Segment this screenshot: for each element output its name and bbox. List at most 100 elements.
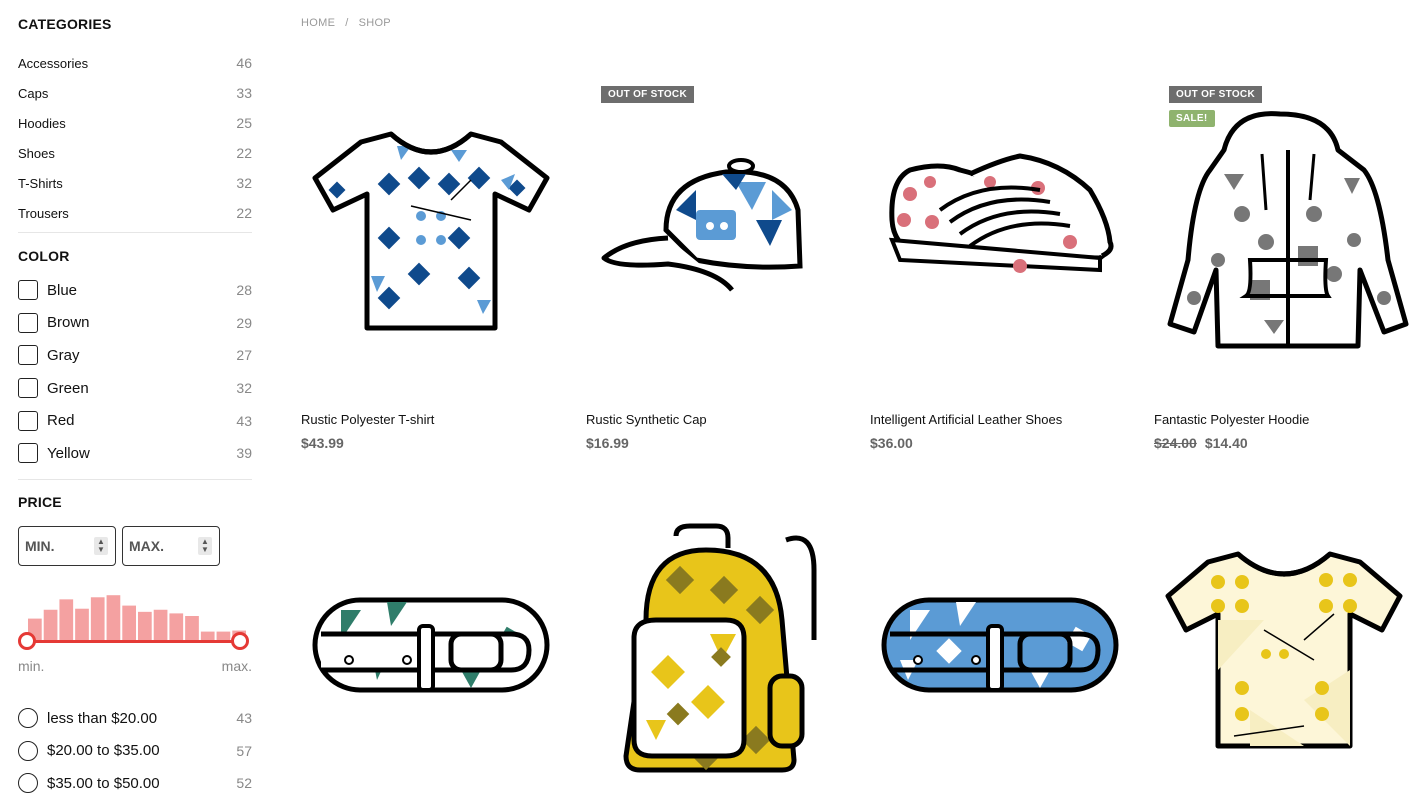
price-slider-max-handle[interactable] [231, 632, 249, 650]
breadcrumb: HOME / SHOP [301, 17, 391, 29]
category-name: Trousers [18, 205, 69, 221]
product-card[interactable] [301, 510, 569, 796]
radio-button[interactable] [18, 708, 38, 729]
product-name[interactable]: Intelligent Artificial Leather Shoes [870, 412, 1062, 427]
color-count: 32 [236, 380, 252, 397]
product-price: $36.00 [870, 435, 913, 451]
product-name[interactable]: Rustic Synthetic Cap [586, 412, 707, 427]
product-name[interactable]: Rustic Polyester T-shirt [301, 412, 434, 427]
color-option-red[interactable]: Red 43 [18, 404, 252, 437]
price-slider-track[interactable] [28, 640, 242, 643]
color-option-brown[interactable]: Brown 29 [18, 307, 252, 340]
histogram-bar [75, 608, 89, 642]
checkbox[interactable] [18, 345, 38, 366]
checkbox[interactable] [18, 312, 38, 333]
sale-badge: SALE! [1169, 110, 1215, 127]
stepper-icon[interactable]: ▲ ▼ [198, 537, 212, 555]
price-inputs: MIN. ▲ ▼ MAX. ▲ ▼ [18, 526, 220, 566]
radio-button[interactable] [18, 740, 38, 761]
category-item-accessories[interactable]: Accessories 46 [18, 48, 252, 78]
color-name: Green [47, 379, 89, 397]
color-count: 27 [236, 347, 252, 364]
min-price-input[interactable]: MIN. ▲ ▼ [18, 526, 116, 566]
checkbox[interactable] [18, 378, 38, 399]
product-image-tshirt-yellow[interactable] [1154, 510, 1422, 796]
category-item-trousers[interactable]: Trousers 22 [18, 198, 252, 228]
slider-min-label: min. [18, 658, 45, 674]
category-count: 25 [236, 115, 252, 131]
product-image-hoodie[interactable]: OUT OF STOCK SALE! [1154, 70, 1422, 370]
price-value: $36.00 [870, 435, 913, 451]
category-item-shoes[interactable]: Shoes 22 [18, 138, 252, 168]
stepper-icon[interactable]: ▲ ▼ [94, 537, 108, 555]
shoes-illustration [888, 153, 1114, 273]
max-price-input[interactable]: MAX. ▲ ▼ [122, 526, 220, 566]
slider-labels: min. max. [18, 658, 252, 674]
color-count: 39 [236, 445, 252, 462]
product-card[interactable] [586, 510, 854, 796]
out-of-stock-badge: OUT OF STOCK [601, 86, 694, 103]
category-count: 32 [236, 175, 252, 191]
price-title: PRICE [18, 494, 62, 510]
price-slider-min-handle[interactable] [18, 632, 36, 650]
color-count: 29 [236, 314, 252, 331]
checkbox[interactable] [18, 280, 38, 301]
price-range-option[interactable]: less than $20.00 43 [18, 702, 252, 735]
range-label: less than $20.00 [47, 709, 158, 727]
category-name: Caps [18, 85, 49, 101]
histogram-bar [169, 613, 184, 642]
product-card[interactable] [870, 510, 1138, 796]
color-title: COLOR [18, 248, 70, 264]
checkbox[interactable] [18, 443, 38, 464]
color-option-green[interactable]: Green 32 [18, 372, 252, 405]
checkbox[interactable] [18, 410, 38, 431]
product-image-shoes[interactable] [870, 70, 1138, 370]
breadcrumb-home[interactable]: HOME [301, 17, 335, 29]
category-name: Hoodies [18, 115, 66, 131]
breadcrumb-separator: / [345, 17, 349, 29]
min-placeholder: MIN. [25, 538, 55, 554]
old-price: $24.00 [1154, 435, 1197, 451]
slider-max-label: max. [221, 658, 252, 674]
color-name: Red [47, 412, 75, 430]
out-of-stock-badge: OUT OF STOCK [1169, 86, 1262, 103]
product-card[interactable]: OUT OF STOCK SALE! Fantastic Polyester H… [1154, 70, 1422, 451]
price-range-option[interactable]: $35.00 to $50.00 52 [18, 767, 252, 796]
histogram-bar [138, 611, 152, 642]
range-label: $20.00 to $35.00 [47, 742, 160, 760]
range-count: 57 [236, 742, 252, 759]
radio-button[interactable] [18, 773, 38, 794]
cap-illustration [601, 158, 803, 292]
category-list: Accessories 46 Caps 33 Hoodies 25 Shoes 22 T… [18, 48, 252, 228]
range-count: 52 [236, 775, 252, 792]
category-name: Shoes [18, 145, 55, 161]
product-image-tshirt[interactable] [301, 70, 569, 370]
category-item-tshirts[interactable]: T-Shirts 32 [18, 168, 252, 198]
tshirt-illustration [312, 131, 550, 331]
breadcrumb-current: SHOP [358, 17, 391, 29]
color-option-yellow[interactable]: Yellow 39 [18, 437, 252, 470]
category-item-hoodies[interactable]: Hoodies 25 [18, 108, 252, 138]
divider [18, 232, 252, 233]
color-option-blue[interactable]: Blue 28 [18, 274, 252, 307]
product-card[interactable]: Rustic Polyester T-shirt $43.99 [301, 70, 569, 451]
belt-illustration [312, 597, 550, 693]
histogram-bar [106, 595, 121, 642]
color-name: Yellow [47, 444, 90, 462]
category-item-caps[interactable]: Caps 33 [18, 78, 252, 108]
product-card[interactable] [1154, 510, 1422, 796]
product-name[interactable]: Fantastic Polyester Hoodie [1154, 412, 1309, 427]
category-name: T-Shirts [18, 175, 63, 191]
price-range-option[interactable]: $20.00 to $35.00 57 [18, 735, 252, 768]
product-card[interactable]: Intelligent Artificial Leather Shoes $36… [870, 70, 1138, 451]
product-image-belt-green[interactable] [301, 510, 569, 796]
product-image-cap[interactable]: OUT OF STOCK [586, 70, 854, 370]
color-option-gray[interactable]: Gray 27 [18, 339, 252, 372]
categories-title: CATEGORIES [18, 16, 112, 32]
color-name: Gray [47, 346, 80, 364]
product-image-backpack[interactable] [586, 510, 854, 796]
divider [18, 479, 252, 480]
product-image-belt-blue[interactable] [870, 510, 1138, 796]
product-card[interactable]: OUT OF STOCK Rustic Synthetic Cap $16.99 [586, 70, 854, 451]
color-count: 43 [236, 412, 252, 429]
